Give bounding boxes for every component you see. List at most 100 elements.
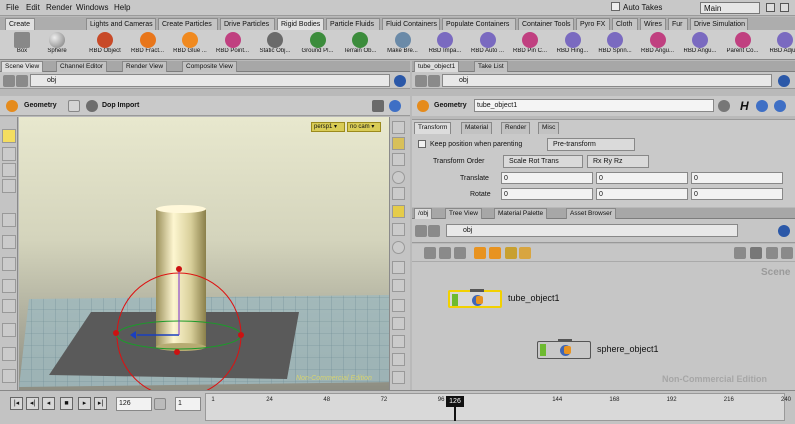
node-name-field[interactable]: tube_object1 [474,99,714,112]
render-region-icon[interactable] [392,371,405,384]
step-back-key-icon[interactable]: ◂| [26,397,39,410]
tab-obj[interactable]: /obj [414,208,433,219]
scene-path-input[interactable]: obj [30,74,390,87]
playhead[interactable]: 126 [446,396,464,407]
brush-tool-icon[interactable] [2,323,16,337]
stop-icon[interactable]: ■ [60,397,73,410]
shelf-tab-rigid-bodies[interactable]: Rigid Bodies [277,18,324,30]
current-frame-field[interactable]: 126 [116,397,152,411]
menu-file[interactable]: File [6,3,19,12]
measure-tool-icon[interactable] [2,347,16,361]
tab-asset-browser[interactable]: Asset Browser [566,208,616,219]
param-help-icon[interactable] [774,100,786,112]
help-icon[interactable] [389,100,401,112]
param-path-input[interactable]: obj [442,74,772,87]
tab-channel-editor[interactable]: Channel Editor [56,61,107,72]
tool-rbd-1[interactable]: RBD Fract... [127,31,169,59]
shelf-tab-fluid-containers[interactable]: Fluid Containers [382,18,440,30]
frame-icon[interactable] [781,247,793,259]
jump-end-icon[interactable]: ▸| [94,397,107,410]
tool-rbd-8[interactable]: RBD Impa... [424,31,466,59]
tab-material-palette[interactable]: Material Palette [494,208,548,219]
tool-rbd-9[interactable]: RBD Auto ... [467,31,509,59]
auto-takes-checkbox[interactable] [611,2,620,11]
network-path-input[interactable]: obj [446,224,738,237]
tool-rbd-7[interactable]: Make Bre... [382,31,424,59]
shelf-tab-wires[interactable]: Wires [640,18,666,30]
translate-x-field[interactable]: 0 [501,172,593,184]
tab-take-list[interactable]: Take List [474,61,508,72]
select-tool-icon[interactable] [2,129,16,143]
subtab-render[interactable]: Render [501,122,531,134]
home-icon[interactable] [766,247,778,259]
keep-position-dropdown[interactable]: Pre-transform [547,138,635,151]
back-arrow-icon[interactable] [3,75,15,87]
info-icon[interactable] [756,100,768,112]
jump-start-icon[interactable]: |◂ [10,397,23,410]
subtab-misc[interactable]: Misc [538,122,560,134]
bundle-icon[interactable] [519,247,531,259]
subtab-material[interactable]: Material [461,122,493,134]
shading-icon[interactable] [392,153,405,166]
shape-icon[interactable] [489,247,501,259]
shelf-tab-drive-simulation[interactable]: Drive Simulation [690,18,748,30]
tool-sphere[interactable]: Sphere [40,31,74,59]
menu-help[interactable]: Help [114,3,130,12]
dropdown-icon[interactable] [68,100,80,112]
translate-y-field[interactable]: 0 [596,172,688,184]
rotate-order-dropdown[interactable]: Rx Ry Rz [587,155,649,168]
tool-rbd-6[interactable]: Terrain Ob... [339,31,381,59]
step-field[interactable]: 1 [175,397,201,411]
network-back-arrow-icon[interactable] [415,225,427,237]
tab-tube-object1[interactable]: tube_object1 [414,61,460,72]
tool-rbd-4[interactable]: Static Obj... [254,31,296,59]
persp-camera-menu[interactable]: persp1 ▾ [311,122,345,132]
magnify-icon[interactable] [750,247,762,259]
move-tool-icon[interactable] [2,147,16,161]
tool-rbd-12[interactable]: RBD Sprin... [594,31,636,59]
shelf-tab-fur[interactable]: Fur [668,18,688,30]
tool-rbd-10[interactable]: RBD Pin C... [509,31,551,59]
pose-tool-icon[interactable] [2,279,16,293]
menu-render[interactable]: Render [46,3,72,12]
auto-takes-toggle[interactable]: Auto Takes [611,2,662,12]
param-back-arrow-icon[interactable] [415,75,427,87]
rotate-y-field[interactable]: 0 [596,188,688,200]
shelf-tab-create-particles[interactable]: Create Particles [158,18,218,30]
param-forward-arrow-icon[interactable] [428,75,440,87]
tool-rbd-11[interactable]: RBD Hing... [552,31,594,59]
list-mode-icon[interactable] [424,247,436,259]
camera-tool-icon[interactable] [2,235,16,249]
tab-render-view[interactable]: Render View [122,61,168,72]
tool-rbd-0[interactable]: RBD Object [84,31,126,59]
menu-edit[interactable]: Edit [26,3,40,12]
param-pin-icon[interactable] [778,75,790,87]
network-forward-arrow-icon[interactable] [428,225,440,237]
shelf-tab-populate-containers[interactable]: Populate Containers [442,18,516,30]
pointer-icon[interactable] [2,213,16,227]
rotate-tool-icon[interactable] [2,163,16,177]
tool-rbd-3[interactable]: RBD Point... [212,31,254,59]
tile-mode-icon[interactable] [439,247,451,259]
display-option-icon[interactable] [392,121,405,134]
maximize-icon[interactable] [780,3,789,12]
view-tool-icon[interactable] [2,257,16,271]
uv-icon[interactable] [392,317,405,330]
point-numbers-icon[interactable] [392,261,405,274]
wireframe-icon[interactable] [392,137,405,150]
pin-icon[interactable] [394,75,406,87]
desktop-selector[interactable]: Main [700,2,760,14]
paint-tool-icon[interactable] [2,369,16,383]
scale-tool-icon[interactable] [2,179,16,193]
tool-rbd-14[interactable]: RBD Angu... [679,31,721,59]
light-icon[interactable] [392,171,405,184]
play-icon[interactable]: ▸ [78,397,91,410]
tool-rbd-16[interactable]: RBD Adju... [764,31,795,59]
snap-icon[interactable] [392,205,405,218]
network-pin-icon[interactable] [778,225,790,237]
translate-z-field[interactable]: 0 [691,172,783,184]
network-editor[interactable]: Scene tube_object1 sphere_object1 Non-Co… [412,244,795,390]
color-icon[interactable] [474,247,486,259]
tool-box[interactable]: Box [6,31,38,59]
tool-rbd-2[interactable]: RBD Glue ... [169,31,211,59]
